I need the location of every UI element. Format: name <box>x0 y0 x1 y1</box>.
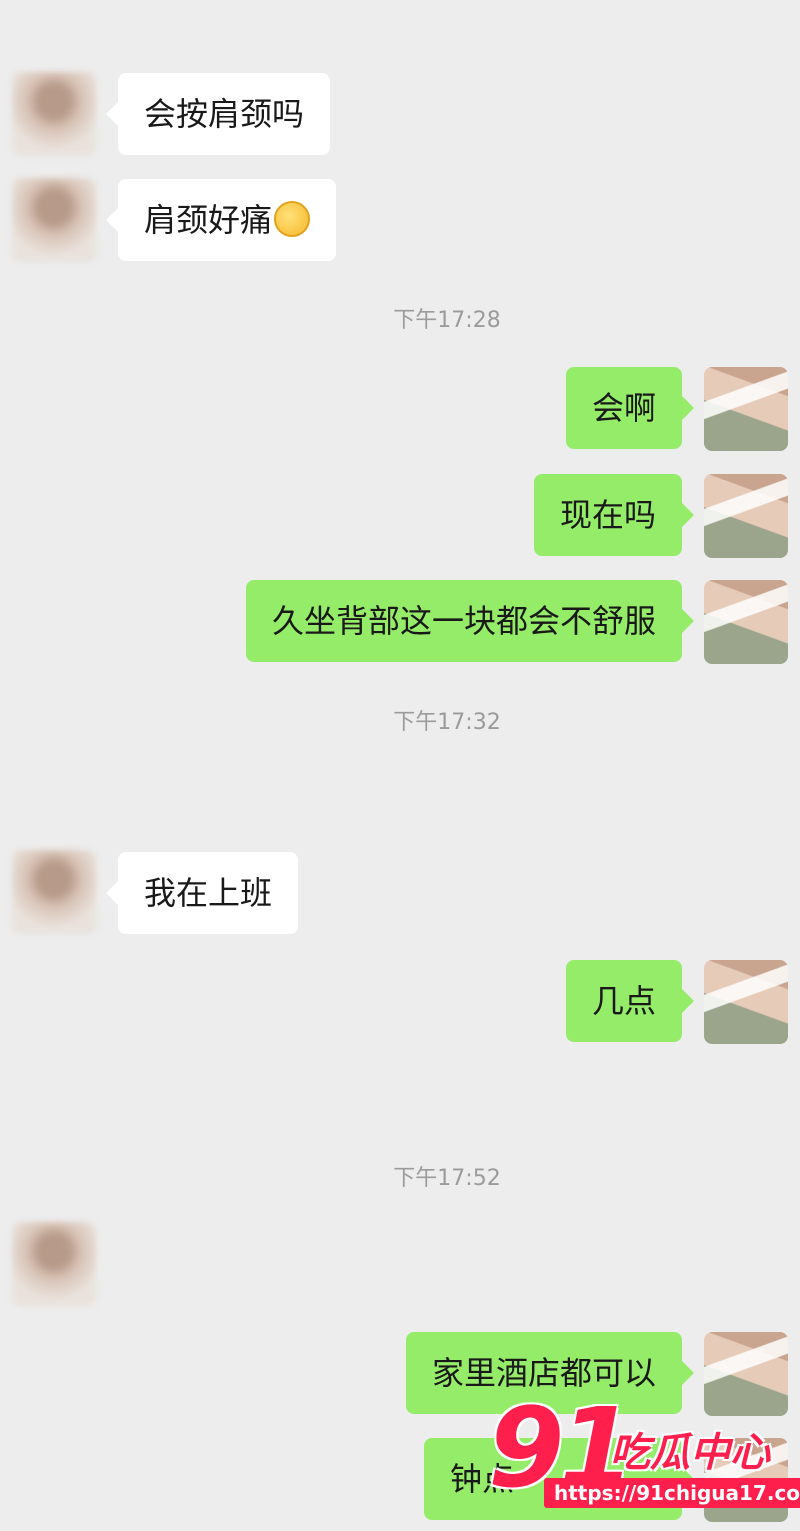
timestamp: 下午17:52 <box>393 1166 501 1191</box>
message-bubble[interactable]: 现在吗 <box>533 474 695 556</box>
message-bubble[interactable]: 久坐背部这一块都会不舒服 <box>245 580 695 662</box>
watermark-name: 吃瓜中心 <box>610 1430 770 1476</box>
crying-laughing-emoji-icon <box>274 201 311 237</box>
contact-avatar[interactable] <box>12 1222 96 1306</box>
timestamp: 下午17:32 <box>393 710 501 735</box>
contact-avatar[interactable] <box>12 178 96 262</box>
user-avatar[interactable] <box>704 960 788 1044</box>
message-bubble[interactable]: 几点 <box>565 960 695 1042</box>
user-avatar[interactable] <box>704 474 788 558</box>
message-text: 会啊 <box>591 389 656 427</box>
message-text: 现在吗 <box>559 496 656 534</box>
message-text: 会按肩颈吗 <box>144 95 305 133</box>
contact-avatar[interactable] <box>12 850 96 934</box>
message-bubble[interactable]: 会按肩颈吗 <box>105 73 331 155</box>
message-text: 肩颈好痛 <box>144 201 273 239</box>
contact-avatar[interactable] <box>12 72 96 156</box>
message-text: 久坐背部这一块都会不舒服 <box>271 602 656 640</box>
watermark-url: https://91chigua17.com <box>544 1478 800 1508</box>
message-bubble[interactable]: 我在上班 <box>105 852 299 934</box>
message-bubble[interactable]: 肩颈好痛 <box>105 179 337 261</box>
message-bubble[interactable]: 会啊 <box>565 367 695 449</box>
message-text: 我在上班 <box>144 874 273 912</box>
watermark: 91 吃瓜中心 https://91chigua17.com <box>488 1384 800 1516</box>
message-text: 几点 <box>591 982 656 1020</box>
user-avatar[interactable] <box>704 367 788 451</box>
user-avatar[interactable] <box>704 580 788 664</box>
timestamp: 下午17:28 <box>393 308 501 333</box>
